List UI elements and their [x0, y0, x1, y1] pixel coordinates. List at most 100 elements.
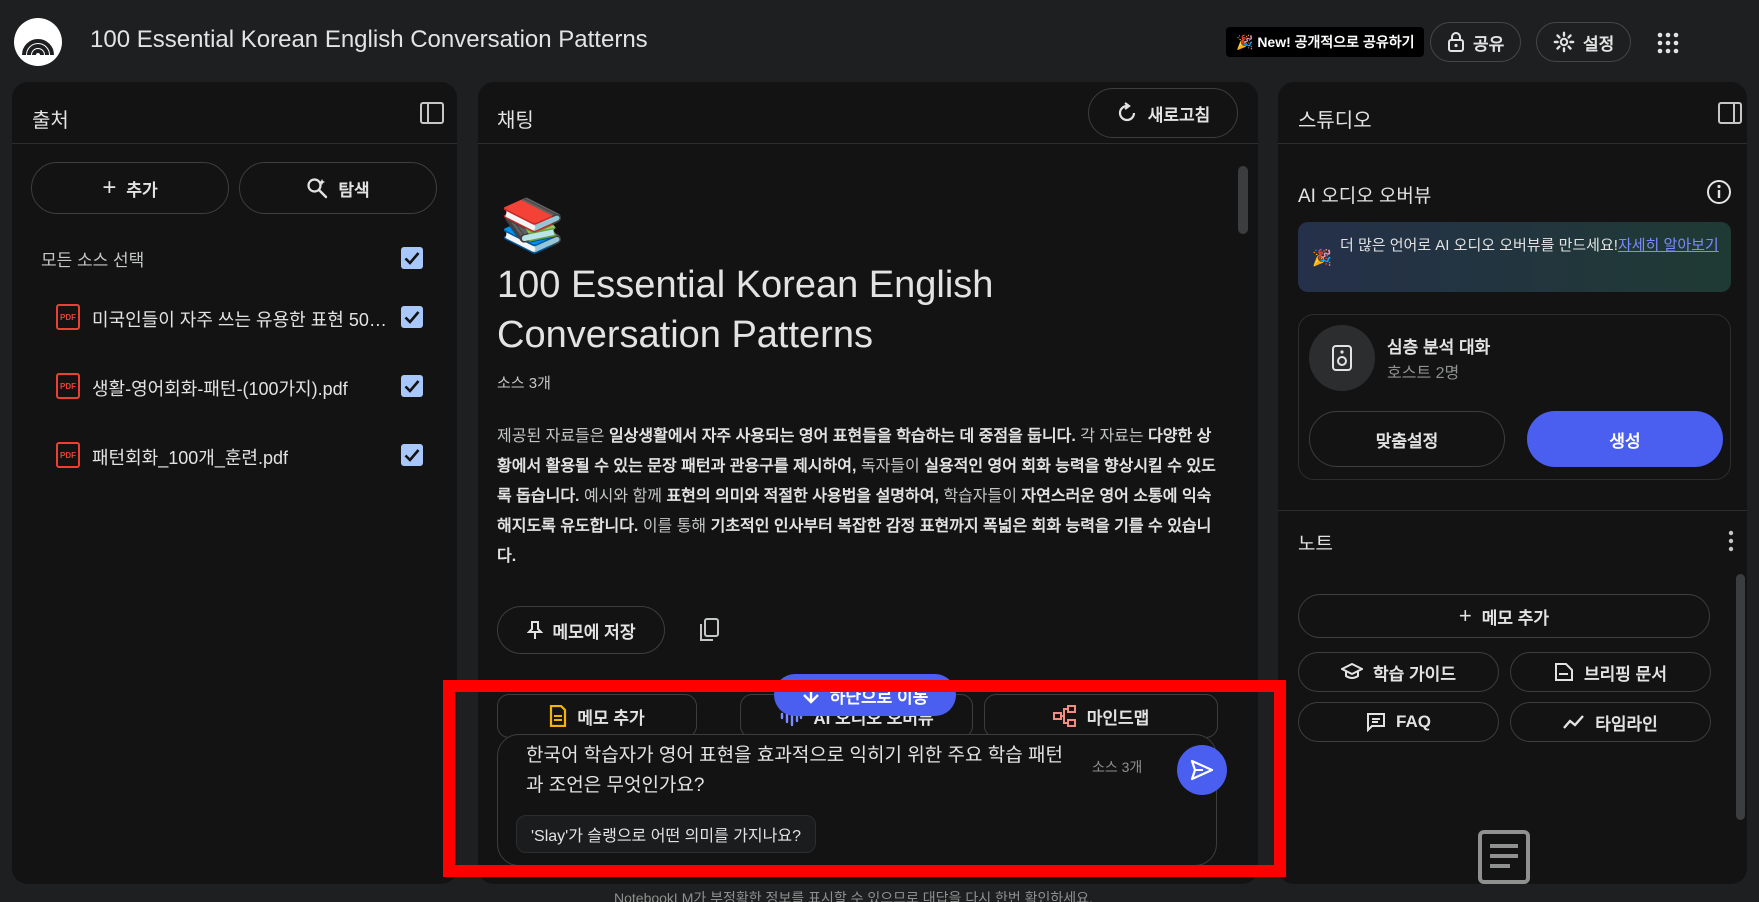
graduation-cap-icon: [1341, 663, 1364, 679]
refresh-button[interactable]: 새로고침: [1088, 88, 1238, 138]
pdf-icon: PDF: [56, 442, 80, 468]
source-item[interactable]: PDF 생활-영어회화-패턴-(100가지).pdf: [52, 371, 427, 401]
scroll-to-bottom-label: 하단으로 이동: [829, 687, 929, 707]
send-icon: [1190, 759, 1214, 781]
source-checkbox[interactable]: [401, 444, 423, 466]
timeline-button[interactable]: 타임라인: [1510, 702, 1711, 742]
deep-dive-subtitle: 호스트 2명: [1387, 365, 1460, 382]
copy-icon[interactable]: [698, 618, 720, 642]
disclaimer-text: NotebookLM가 부정확한 정보를 표시할 수 있으므로 대답을 다시 한…: [614, 890, 1093, 902]
search-sparkle-icon: [307, 178, 328, 199]
suggested-question[interactable]: 'Slay'가 슬랭으로 어떤 의미를 가지나요?: [516, 815, 816, 853]
notebook-emoji-icon: 📚: [500, 197, 565, 255]
explore-label: 탐색: [338, 180, 370, 200]
arrow-down-icon: [802, 687, 819, 704]
input-source-count: 소스 3개: [1092, 759, 1143, 775]
speaker-icon: [1309, 325, 1375, 391]
add-note-button[interactable]: + 메모 추가: [1298, 594, 1710, 638]
notebooklm-logo[interactable]: [14, 18, 62, 66]
faq-button[interactable]: FAQ: [1298, 702, 1499, 742]
sources-title: 출처: [32, 110, 69, 132]
refresh-label: 새로고침: [1147, 105, 1211, 125]
briefing-doc-label: 브리핑 문서: [1584, 664, 1667, 684]
customize-button[interactable]: 맞춤설정: [1309, 411, 1505, 467]
sources-header: 출처: [12, 82, 457, 144]
plus-icon: +: [102, 174, 117, 201]
summary-segment: 각 자료는: [1075, 428, 1149, 445]
chat-input[interactable]: 한국어 학습자가 영어 표현을 효과적으로 익히기 위한 주요 학습 패턴과 조…: [526, 741, 1066, 801]
explore-button[interactable]: 탐색: [239, 162, 437, 214]
summary-segment: 제공된 자료들은: [497, 428, 609, 445]
info-icon[interactable]: [1706, 179, 1732, 205]
notes-scrollbar[interactable]: [1736, 574, 1745, 820]
send-button[interactable]: [1177, 745, 1227, 795]
source-item-label: 생활-영어회화-패턴-(100가지).pdf: [92, 379, 348, 399]
divider: [1278, 510, 1747, 511]
collapse-panel-icon[interactable]: [1718, 102, 1742, 124]
learn-more-link[interactable]: 자세히 알아보기: [1618, 237, 1719, 254]
chat-input-box[interactable]: 한국어 학습자가 영어 표현을 효과적으로 익히기 위한 주요 학습 패턴과 조…: [497, 734, 1227, 866]
pdf-icon: PDF: [56, 304, 80, 330]
add-source-button[interactable]: + 추가: [31, 162, 229, 214]
notes-empty-icon: [1478, 830, 1530, 884]
audio-overview-title: AI 오디오 오버뷰: [1298, 186, 1432, 207]
notebook-title[interactable]: 100 Essential Korean English Conversatio…: [90, 26, 648, 54]
top-bar: 100 Essential Korean English Conversatio…: [0, 0, 1759, 80]
logo-icon: [22, 39, 54, 56]
save-to-memo-button[interactable]: 메모에 저장: [497, 606, 665, 654]
share-button[interactable]: 공유: [1430, 22, 1522, 62]
faq-label: FAQ: [1396, 712, 1431, 731]
document-icon: [550, 705, 567, 727]
deep-dive-card: 심층 분석 대화 호스트 2명 맞춤설정 생성: [1298, 314, 1731, 480]
share-label: 공유: [1473, 34, 1505, 54]
more-vert-icon[interactable]: [1728, 530, 1734, 552]
briefing-doc-icon: [1555, 663, 1574, 681]
add-memo-chip[interactable]: 메모 추가: [497, 694, 697, 738]
check-icon: [404, 449, 420, 462]
check-icon: [404, 252, 420, 265]
chat-scrollbar[interactable]: [1238, 166, 1248, 234]
refresh-icon: [1118, 102, 1135, 122]
pin-icon: [526, 621, 543, 639]
lock-icon: [1448, 32, 1464, 52]
studio-title: 스튜디오: [1298, 110, 1372, 132]
source-item[interactable]: PDF 미국인들이 자주 쓰는 유용한 표현 500...: [52, 302, 427, 332]
notes-title: 노트: [1298, 534, 1333, 555]
customize-label: 맞춤설정: [1375, 431, 1439, 451]
save-to-memo-label: 메모에 저장: [552, 622, 636, 642]
promo-text: 더 많은 언어로 AI 오디오 오버뷰를 만드세요!: [1340, 237, 1618, 254]
chat-panel: 채팅 새로고침 📚 100 Essential Korean English C…: [478, 82, 1258, 884]
plus-icon: +: [1458, 603, 1472, 628]
mindmap-chip[interactable]: 마인드맵: [984, 694, 1218, 738]
briefing-doc-button[interactable]: 브리핑 문서: [1510, 652, 1711, 692]
audio-promo-banner: 🎉 더 많은 언어로 AI 오디오 오버뷰를 만드세요!자세히 알아보기: [1298, 222, 1731, 292]
summary-segment: 예시와 함께: [579, 488, 667, 505]
generate-button[interactable]: 생성: [1527, 411, 1723, 467]
chat-title: 채팅: [497, 110, 534, 132]
apps-grid-icon[interactable]: [1657, 32, 1679, 54]
gear-icon: [1553, 31, 1575, 53]
source-item-label: 패턴회화_100개_훈련.pdf: [92, 448, 288, 468]
study-guide-button[interactable]: 학습 가이드: [1298, 652, 1499, 692]
summary-segment: 독자들이: [856, 458, 925, 475]
add-memo-chip-label: 메모 추가: [577, 708, 645, 728]
source-checkbox[interactable]: [401, 306, 423, 328]
source-count: 소스 3개: [497, 375, 551, 392]
studio-header: 스튜디오: [1278, 82, 1747, 144]
collapse-panel-icon[interactable]: [420, 102, 444, 124]
mindmap-chip-label: 마인드맵: [1086, 708, 1150, 728]
source-checkbox[interactable]: [401, 375, 423, 397]
check-icon: [404, 311, 420, 324]
scroll-to-bottom-button[interactable]: 하단으로 이동: [774, 674, 956, 716]
deep-dive-title: 심층 분석 대화: [1387, 338, 1491, 357]
settings-button[interactable]: 설정: [1536, 22, 1632, 62]
party-icon: 🎉: [1312, 250, 1332, 267]
new-public-share-badge[interactable]: 🎉 New! 공개적으로 공유하기: [1226, 27, 1425, 57]
select-all-checkbox[interactable]: [401, 247, 423, 269]
notebook-heading: 100 Essential Korean English Conversatio…: [497, 264, 994, 356]
faq-icon: [1367, 713, 1386, 732]
trending-icon: [1563, 715, 1585, 729]
summary-segment: 표현의 의미와 적절한 사용법을 설명하여,: [666, 488, 939, 505]
source-item-label: 미국인들이 자주 쓰는 유용한 표현 500...: [92, 310, 392, 330]
source-item[interactable]: PDF 패턴회화_100개_훈련.pdf: [52, 440, 427, 470]
